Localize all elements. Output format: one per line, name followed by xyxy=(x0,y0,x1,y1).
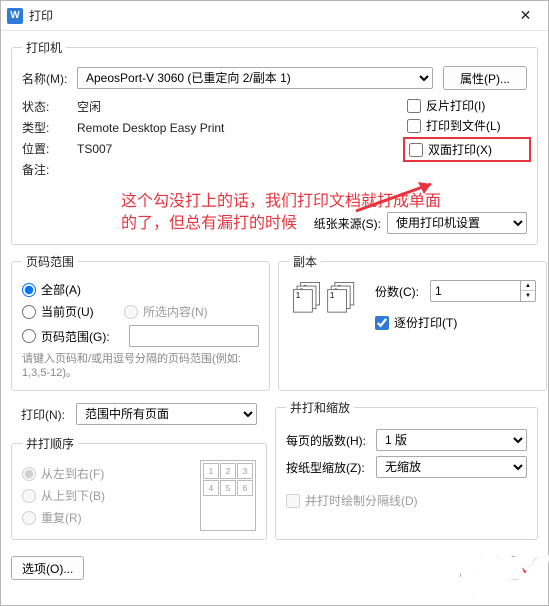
range-current-radio[interactable] xyxy=(22,305,36,319)
titlebar: W 打印 ✕ xyxy=(1,1,548,31)
collate-checkbox[interactable] xyxy=(375,316,389,330)
print-what-label: 打印(N): xyxy=(21,406,76,423)
close-button[interactable]: ✕ xyxy=(503,1,548,31)
properties-button[interactable]: 属性(P)... xyxy=(443,66,527,90)
print-what-select[interactable]: 范围中所有页面 xyxy=(76,403,257,425)
range-hint: 请键入页码和/或用逗号分隔的页码范围(例如: 1,3,5-12)。 xyxy=(22,352,259,380)
pages-per-sheet-select[interactable]: 1 版 xyxy=(376,429,527,451)
zoom-legend: 并打和缩放 xyxy=(286,399,354,416)
printer-group: 打印机 名称(M): ApeosPort-V 3060 (已重定向 2/副本 1… xyxy=(11,39,538,245)
copies-legend: 副本 xyxy=(289,253,321,270)
zoom-group: 并打和缩放 每页的版数(H):1 版 按纸型缩放(Z):无缩放 并打时绘制分隔线… xyxy=(275,399,538,540)
draw-lines-checkbox xyxy=(286,494,300,508)
location-value: TS007 xyxy=(77,142,112,156)
range-selection-radio xyxy=(124,305,138,319)
type-label: 类型: xyxy=(22,119,77,136)
duplex-label: 双面打印(X) xyxy=(428,141,492,158)
range-pages-label: 页码范围(G): xyxy=(41,328,119,345)
collate-label: 逐份打印(T) xyxy=(394,314,457,331)
print-to-file-checkbox[interactable] xyxy=(407,119,421,133)
page-range-legend: 页码范围 xyxy=(22,253,78,270)
duplex-checkbox[interactable] xyxy=(409,143,423,157)
paper-source-label: 纸张来源(S): xyxy=(314,215,381,232)
reverse-print-label: 反片打印(I) xyxy=(426,97,485,114)
range-pages-radio[interactable] xyxy=(22,329,36,343)
order-ttb-radio xyxy=(22,489,36,503)
status-value: 空闲 xyxy=(77,98,101,115)
range-all-radio[interactable] xyxy=(22,283,36,297)
copies-input[interactable] xyxy=(430,280,520,302)
app-icon: W xyxy=(7,8,23,24)
scale-select[interactable]: 无缩放 xyxy=(376,456,527,478)
printer-name-select[interactable]: ApeosPort-V 3060 (已重定向 2/副本 1) xyxy=(77,67,433,89)
print-to-file-label: 打印到文件(L) xyxy=(426,117,501,134)
order-preview-icon: 123456 xyxy=(200,460,256,531)
print-order-legend: 并打顺序 xyxy=(22,435,78,452)
range-selection-label: 所选内容(N) xyxy=(143,303,208,320)
copies-spinner[interactable]: ▲▼ xyxy=(520,280,536,302)
range-pages-input[interactable] xyxy=(129,325,259,347)
order-repeat-radio xyxy=(22,511,36,525)
scale-label: 按纸型缩放(Z): xyxy=(286,459,376,476)
draw-lines-label: 并打时绘制分隔线(D) xyxy=(305,492,418,509)
window-title: 打印 xyxy=(29,7,503,24)
name-label: 名称(M): xyxy=(22,70,77,87)
printer-legend: 打印机 xyxy=(22,39,66,56)
type-value: Remote Desktop Easy Print xyxy=(77,121,224,135)
copies-group: 副本 321 321 份数(C): ▲▼ xyxy=(278,253,547,391)
order-repeat-label: 重复(R) xyxy=(41,509,82,526)
location-label: 位置: xyxy=(22,140,77,157)
range-all-label: 全部(A) xyxy=(41,281,81,298)
range-current-label: 当前页(U) xyxy=(41,303,119,320)
page-range-group: 页码范围 全部(A) 当前页(U) 所选内容(N) 页码范围(G): 请键入页码… xyxy=(11,253,270,391)
paper-source-select[interactable]: 使用打印机设置 xyxy=(387,212,527,234)
print-order-group: 并打顺序 从左到右(F) 从上到下(B) 重复(R) 123456 xyxy=(11,435,267,540)
options-button[interactable]: 选项(O)... xyxy=(11,556,84,580)
order-ttb-label: 从上到下(B) xyxy=(41,487,105,504)
status-label: 状态: xyxy=(22,98,77,115)
collate-preview-icon: 321 321 xyxy=(293,282,358,313)
reverse-print-checkbox[interactable] xyxy=(407,99,421,113)
order-ltr-label: 从左到右(F) xyxy=(41,465,104,482)
pages-per-sheet-label: 每页的版数(H): xyxy=(286,432,376,449)
ok-button[interactable]: 确定 xyxy=(460,556,538,580)
copies-label: 份数(C): xyxy=(375,283,430,300)
order-ltr-radio xyxy=(22,467,36,481)
comment-label: 备注: xyxy=(22,161,77,178)
